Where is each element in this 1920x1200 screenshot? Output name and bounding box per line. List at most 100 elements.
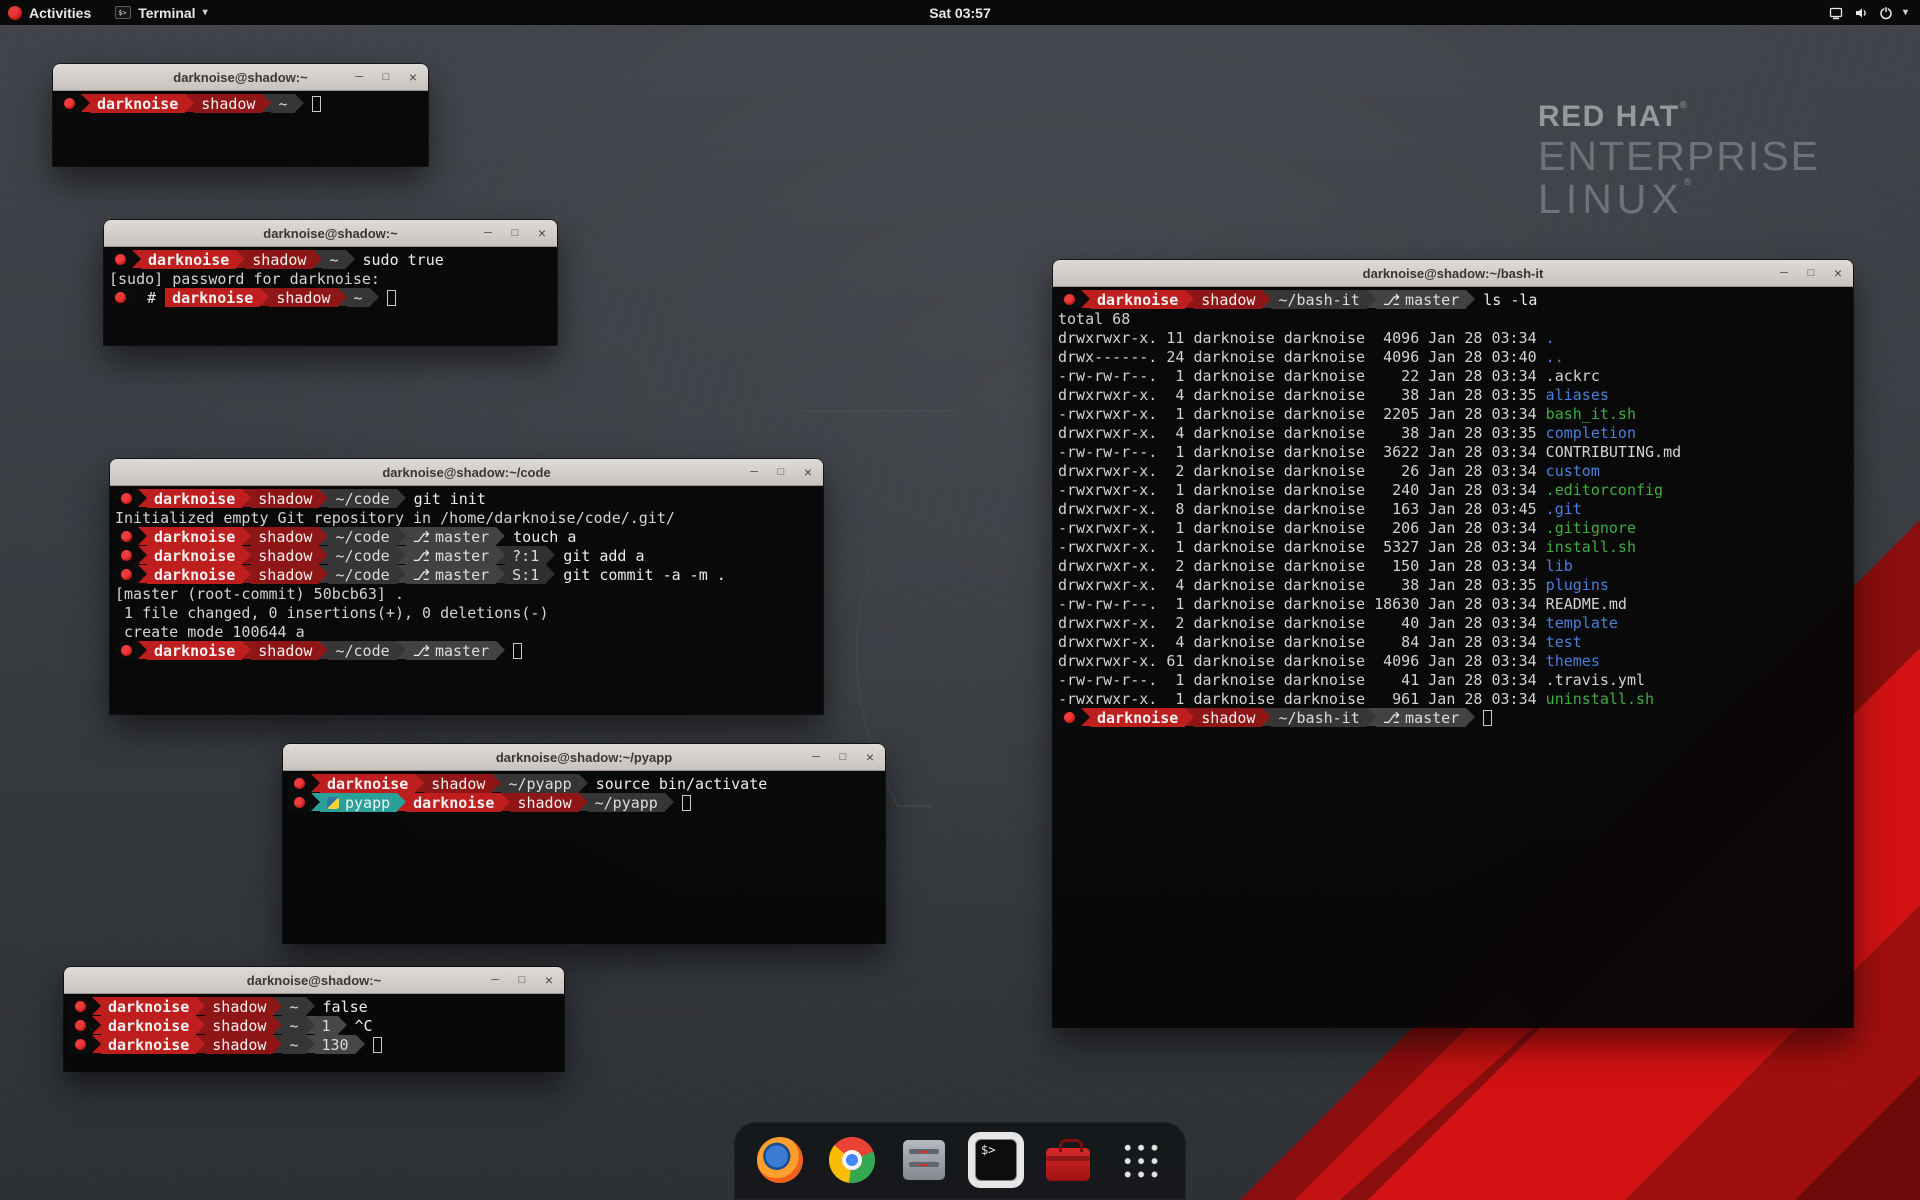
terminal-window-sudo: darknoise@shadow:~ ─ □ × darknoise shadow…: [104, 220, 557, 345]
window-titlebar[interactable]: darknoise@shadow:~ ─ □ ×: [64, 967, 564, 994]
minimize-button[interactable]: ─: [480, 225, 496, 241]
terminal-text: CONTRIBUTING.md: [1546, 442, 1681, 461]
prompt-segment-host: shadow: [205, 1016, 273, 1035]
terminal-text: -rwxrwxr-x. 1 darknoise darknoise 206 Ja…: [1058, 518, 1546, 537]
redhat-icon: [75, 1039, 86, 1050]
dock-items: $>: [752, 1132, 1168, 1188]
terminal-text: test: [1546, 632, 1582, 651]
close-button[interactable]: ×: [800, 464, 816, 480]
powerline-separator-icon: [370, 288, 379, 306]
terminal-text: -rwxrwxr-x. 1 darknoise darknoise 240 Ja…: [1058, 480, 1546, 499]
prompt-segment-path: ~/code: [328, 489, 396, 508]
terminal-line: drwxrwxr-x. 4 darknoise darknoise 38 Jan…: [1058, 385, 1848, 404]
app-menu-terminal[interactable]: $> Terminal ▾: [103, 0, 219, 25]
redhat-icon: [121, 531, 132, 542]
prompt-segment-path: ~/code: [328, 527, 396, 546]
powerline-separator-icon: [311, 793, 320, 811]
window-titlebar[interactable]: darknoise@shadow:~/code ─ □ ×: [110, 459, 823, 486]
prompt-segment-hat: [69, 997, 92, 1016]
minimize-button[interactable]: ─: [1776, 265, 1792, 281]
minimize-button[interactable]: ─: [487, 972, 503, 988]
terminal-line: # darknoiseshadow~: [109, 288, 552, 307]
powerline-separator-icon: [1185, 290, 1194, 308]
git-branch-icon: ⎇: [413, 642, 430, 660]
window-controls: ─ □ ×: [808, 744, 878, 770]
system-status-area[interactable]: ▾: [1828, 0, 1920, 25]
window-titlebar[interactable]: darknoise@shadow:~ ─ □ ×: [104, 220, 557, 247]
window-titlebar[interactable]: darknoise@shadow:~ ─ □ ×: [53, 64, 428, 91]
prompt-segment-user: darknoise: [141, 250, 236, 269]
dock-item-firefox[interactable]: [752, 1132, 808, 1188]
maximize-button[interactable]: □: [1803, 265, 1819, 281]
redhat-icon: [75, 1020, 86, 1031]
terminal-line: drwxrwxr-x. 2 darknoise darknoise 26 Jan…: [1058, 461, 1848, 480]
terminal-content[interactable]: darknoiseshadow~/bash-it⎇masterls -latot…: [1053, 287, 1853, 1027]
prompt-segment-path: ~/code: [328, 546, 396, 565]
terminal-cursor: [373, 1037, 382, 1053]
powerline-separator-icon: [319, 546, 328, 564]
dock-item-files[interactable]: [896, 1132, 952, 1188]
terminal-cursor: [312, 96, 321, 112]
prompt-segment-host: shadow: [251, 641, 319, 660]
prompt-segment-host: shadow: [269, 288, 337, 307]
minimize-button[interactable]: ─: [808, 749, 824, 765]
prompt-segment-path: ~: [282, 997, 305, 1016]
dock-item-chrome[interactable]: [824, 1132, 880, 1188]
minimize-button[interactable]: ─: [351, 69, 367, 85]
close-button[interactable]: ×: [541, 972, 557, 988]
window-titlebar[interactable]: darknoise@shadow:~/bash-it ─ □ ×: [1053, 260, 1853, 287]
activities-button[interactable]: Activities: [0, 0, 103, 25]
terminal-content[interactable]: darknoiseshadow~falsedarknoiseshadow~1^C…: [64, 994, 564, 1071]
window-title: darknoise@shadow:~/bash-it: [1363, 266, 1544, 281]
terminal-text: drwxrwxr-x. 8 darknoise darknoise 163 Ja…: [1058, 499, 1546, 518]
powerline-separator-icon: [138, 565, 147, 583]
clock[interactable]: Sat 03:57: [929, 5, 990, 21]
terminal-line: darknoiseshadow~/code⎇master?:1git add a: [115, 546, 818, 565]
window-title: darknoise@shadow:~/code: [382, 465, 550, 480]
terminal-line: 1 file changed, 0 insertions(+), 0 delet…: [115, 603, 818, 622]
powerline-separator-icon: [346, 250, 355, 268]
powerline-separator-icon: [260, 288, 269, 306]
close-button[interactable]: ×: [862, 749, 878, 765]
prompt-segment-git: ⎇master: [1376, 708, 1466, 727]
powerline-separator-icon: [665, 793, 674, 811]
powerline-separator-icon: [338, 288, 347, 306]
maximize-button[interactable]: □: [507, 225, 523, 241]
terminal-content[interactable]: darknoiseshadow~/codegit initInitialized…: [110, 486, 823, 714]
terminal-window-pyapp: darknoise@shadow:~/pyapp ─ □ × darknoise…: [283, 744, 885, 943]
prompt-segment-host: shadow: [251, 527, 319, 546]
terminal-text: .gitignore: [1546, 518, 1636, 537]
terminal-text: .ackrc: [1546, 366, 1600, 385]
powerline-separator-icon: [1466, 708, 1475, 726]
dock-item-terminal[interactable]: $>: [968, 1132, 1024, 1188]
maximize-button[interactable]: □: [773, 464, 789, 480]
window-titlebar[interactable]: darknoise@shadow:~/pyapp ─ □ ×: [283, 744, 885, 771]
close-button[interactable]: ×: [534, 225, 550, 241]
terminal-line: drwxrwxr-x. 2 darknoise darknoise 40 Jan…: [1058, 613, 1848, 632]
terminal-content[interactable]: darknoiseshadow~sudo true[sudo] password…: [104, 247, 557, 345]
terminal-line: drwxrwxr-x. 11 darknoise darknoise 4096 …: [1058, 328, 1848, 347]
powerline-separator-icon: [579, 793, 588, 811]
terminal-line: Initialized empty Git repository in /hom…: [115, 508, 818, 527]
terminal-content[interactable]: darknoiseshadow~: [53, 91, 428, 166]
prompt-segment-stat: 130: [315, 1035, 356, 1054]
dock-item-appgrid[interactable]: [1112, 1132, 1168, 1188]
redhat-icon: [115, 292, 126, 303]
terminal-line: darknoiseshadow~/code⎇masterS:1git commi…: [115, 565, 818, 584]
maximize-button[interactable]: □: [378, 69, 394, 85]
terminal-text: .editorconfig: [1546, 480, 1663, 499]
close-button[interactable]: ×: [405, 69, 421, 85]
powerline-separator-icon: [311, 774, 320, 792]
maximize-button[interactable]: □: [514, 972, 530, 988]
terminal-line: pyappdarknoiseshadow~/pyapp: [288, 793, 880, 812]
terminal-text: install.sh: [1546, 537, 1636, 556]
maximize-button[interactable]: □: [835, 749, 851, 765]
dock-item-toolbox[interactable]: [1040, 1132, 1096, 1188]
close-button[interactable]: ×: [1830, 265, 1846, 281]
terminal-content[interactable]: darknoiseshadow~/pyappsource bin/activat…: [283, 771, 885, 943]
minimize-button[interactable]: ─: [746, 464, 762, 480]
prompt-segment-host: shadow: [205, 997, 273, 1016]
volume-icon: [1853, 5, 1869, 21]
brand-text-redhat: RED HAT: [1538, 100, 1680, 133]
appgrid-icon: [1120, 1140, 1160, 1180]
